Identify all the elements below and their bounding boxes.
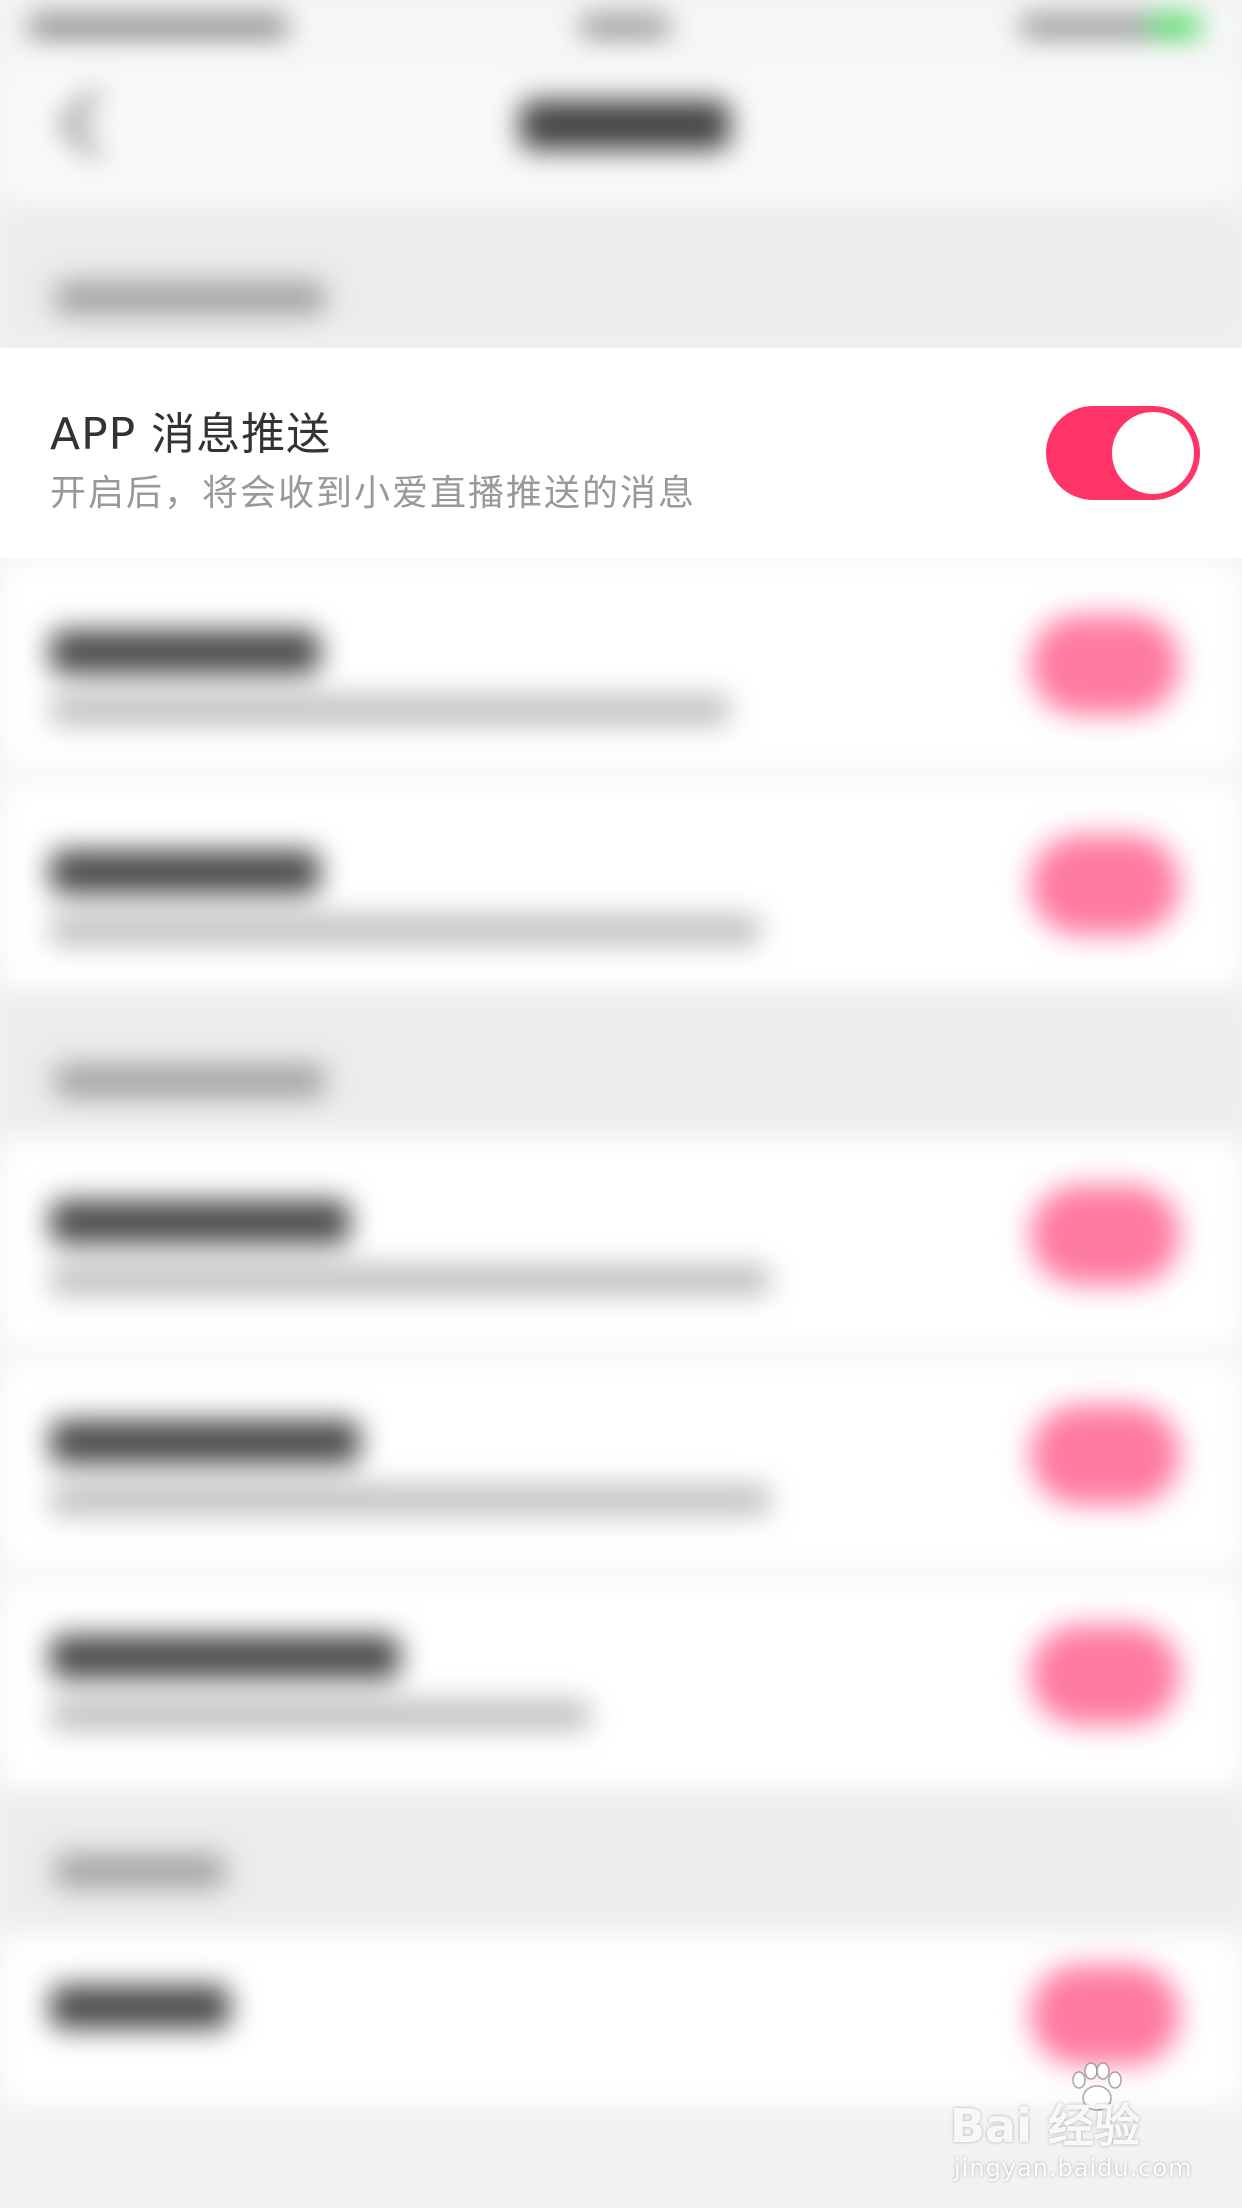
- setting-row: [0, 1140, 1242, 1350]
- setting-row-title: [50, 1635, 400, 1679]
- section-header-label: [55, 282, 325, 314]
- section-header-label: [55, 1065, 325, 1097]
- setting-row-subtitle: [50, 1485, 770, 1515]
- baidu-jingyan-watermark: Bai 经验 jingyan.baidu.com: [950, 2062, 1220, 2200]
- setting-toggle[interactable]: [1030, 1965, 1180, 2065]
- setting-toggle[interactable]: [1030, 835, 1180, 935]
- setting-row-title: [50, 1420, 360, 1464]
- setting-row: [0, 560, 1242, 770]
- setting-toggle[interactable]: [1030, 1185, 1180, 1285]
- setting-toggle[interactable]: [1030, 1625, 1180, 1725]
- setting-row-subtitle: [50, 1700, 590, 1730]
- app-push-subtitle: 开启后，将会收到小爱直播推送的消息: [50, 473, 697, 514]
- setting-row: [0, 780, 1242, 990]
- status-bar: [0, 0, 1242, 60]
- status-carrier: [580, 14, 670, 40]
- setting-row-subtitle: [50, 915, 760, 945]
- status-time: [28, 14, 288, 40]
- app-push-toggle[interactable]: [1046, 406, 1200, 500]
- app-push-setting-row: APP 消息推送 开启后，将会收到小爱直播推送的消息: [0, 348, 1242, 558]
- section-header: [0, 210, 1242, 340]
- setting-row-subtitle: [50, 695, 730, 725]
- section-header: [0, 1000, 1242, 1130]
- setting-row: [0, 1580, 1242, 1790]
- setting-toggle[interactable]: [1030, 1405, 1180, 1505]
- section-header-label: [55, 1855, 225, 1887]
- watermark-url: jingyan.baidu.com: [954, 2154, 1193, 2182]
- setting-row-title: [50, 850, 320, 894]
- setting-row-subtitle: [50, 1265, 770, 1295]
- setting-row-title: [50, 1985, 230, 2029]
- setting-row-title: [50, 630, 320, 674]
- back-arrow-icon[interactable]: [60, 90, 128, 158]
- page-title: [520, 100, 730, 150]
- battery-icon: [1150, 14, 1200, 40]
- setting-row-title: [50, 1200, 350, 1244]
- app-push-title: APP 消息推送: [50, 409, 332, 460]
- setting-toggle[interactable]: [1030, 615, 1180, 715]
- section-header: [0, 1800, 1242, 1930]
- watermark-logo: Bai 经验: [950, 2099, 1140, 2153]
- toggle-knob: [1112, 412, 1194, 494]
- setting-row: [0, 1360, 1242, 1570]
- nav-bar: [0, 60, 1242, 210]
- setting-row: [0, 1935, 1242, 2105]
